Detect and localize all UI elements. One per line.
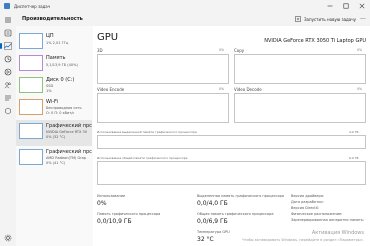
gpu0-sparkline [19,123,43,139]
utilization-label: Использование [97,194,126,198]
maximize-button[interactable] [338,0,354,12]
processes-icon[interactable] [4,29,12,37]
device-name: ЦП [46,33,54,39]
window-title: Диспетчер задач [14,3,51,9]
task-manager-app-icon [4,3,10,9]
graph-video-decode[interactable] [234,93,366,123]
device-detail: О: 0 П: 0 кбит/с [46,111,75,115]
device-detail: 0% (32 °C) [46,135,66,139]
gpu-temperature-value: 32 °C [197,236,214,243]
run-new-task-label: Запустить новую задачу [303,16,356,22]
gpu1-sparkline [19,149,43,165]
device-detail: Беспроводная сеть [46,106,82,110]
shared-memory-graph-label: Использование общей памяти графического … [97,156,188,160]
gpu-detail-panel: GPU NVIDIA GeForce RTX 3050 Ti Laptop GP… [93,26,370,246]
startup-apps-icon[interactable] [4,68,12,76]
gpu-temperature-label: Температура GPU [197,230,230,234]
driver-version-label: Версия драйвера: [291,194,325,198]
dedicated-memory-graph[interactable] [97,135,366,149]
gpu-model-name: NVIDIA GeForce RTX 3050 Ti Laptop GPU [264,38,366,44]
run-task-icon [295,16,301,22]
device-detail: 0% (41 °C) [46,161,66,165]
utilization-value: 0% [97,200,107,207]
task-manager-window: Диспетчер задач Производительность Запус… [0,0,370,246]
device-item-gpu-1[interactable]: Графический прс AMD Radeon(TM) Grap 0% (… [16,146,92,172]
graph-value-copy: 0% [357,48,363,52]
reserved-memory-label: Зарезервированная аппаратно память: [291,218,365,222]
shared-memory-graph[interactable] [97,161,366,185]
minimize-button[interactable] [322,0,338,12]
graph-video-encode[interactable] [97,93,229,123]
services-icon[interactable] [4,107,12,115]
graph-value-video-decode: 0% [357,87,363,91]
more-options-button[interactable]: ··· [356,16,370,23]
device-name: Wi-Fi [46,99,58,105]
device-detail: AMD Radeon(TM) Grap [46,156,86,160]
graph-label-video-decode: Video Decode [234,87,262,92]
navigation-rail [0,12,16,246]
device-item-gpu-0[interactable]: Графический прс NVIDIA GeForce RTX 30 0%… [16,120,92,146]
details-icon[interactable] [4,94,12,102]
users-icon[interactable] [4,81,12,89]
driver-date-label: Дата разработки: [291,200,324,204]
shared-memory-label: Общая память графического процессора [197,212,274,216]
shared-memory-graph-max: 6,9 ГБ [349,156,359,160]
title-bar: Диспетчер задач [0,0,370,12]
device-detail: 1% [46,89,52,93]
windows-activation-watermark-sub: Чтобы активировать Windows, перейдите в … [242,238,364,242]
physical-location-label: Физическое расположение: [291,212,343,216]
performance-icon[interactable] [0,42,12,50]
shared-memory-value: 0,0/6,9 ГБ [197,218,228,225]
device-detail: 1% 2,01 ГГц [46,41,69,45]
windows-activation-watermark: Активация Windows [311,230,364,236]
device-name: Память [46,55,66,61]
dedicated-memory-graph-label: Использование выделенной памяти графичес… [97,130,197,134]
device-detail: SSD [46,84,54,88]
run-new-task-button[interactable]: Запустить новую задачу [295,16,356,22]
gpu-title: GPU [97,32,119,43]
device-name: Диск 0 (C:) [46,77,75,83]
graph-3d[interactable] [97,54,229,84]
graph-label-3d: 3D [97,48,103,53]
app-history-icon[interactable] [4,55,12,63]
dedicated-memory-graph-max: 4,0 ГБ [349,130,359,134]
device-name: Графический прс [46,123,92,129]
graph-value-video-encode: 0% [219,87,225,91]
graph-label-video-encode: Video Encode [97,87,125,92]
device-name: Графический прс [46,149,92,155]
close-icon [359,3,365,9]
disk-sparkline [19,77,43,93]
minimize-icon [327,5,333,7]
gpu-memory-label: Память графического процессора [97,212,161,216]
dedicated-memory-label: Выделенная память графического процессор… [197,194,284,198]
dedicated-memory-value: 0,0/4,0 ГБ [197,200,228,207]
graph-label-copy: Copy [234,48,245,53]
graph-value-3d: 0% [219,48,225,52]
page-title: Производительность [22,16,83,22]
wifi-sparkline [19,99,43,115]
memory-sparkline [19,55,43,71]
maximize-icon [343,3,349,9]
settings-gear-icon[interactable] [4,234,12,242]
window-controls [322,0,370,12]
close-button[interactable] [354,0,370,12]
device-detail: NVIDIA GeForce RTX 30 [46,130,88,134]
gpu-memory-value: 0,0/10,9 ГБ [97,218,132,225]
device-item-wifi[interactable]: Wi-Fi Беспроводная сеть О: 0 П: 0 кбит/с [16,96,92,122]
hamburger-menu-icon[interactable] [4,16,12,24]
graph-copy[interactable] [234,54,366,84]
device-list: ЦП 1% 2,01 ГГц Память 5,1/13,9 ГБ (40%) … [16,26,92,246]
cpu-sparkline [19,33,43,49]
page-header: Производительность Запустить новую задач… [16,12,370,26]
directx-version-label: Версия DirectX: [291,206,320,210]
device-detail: 5,1/13,9 ГБ (40%) [46,63,78,67]
